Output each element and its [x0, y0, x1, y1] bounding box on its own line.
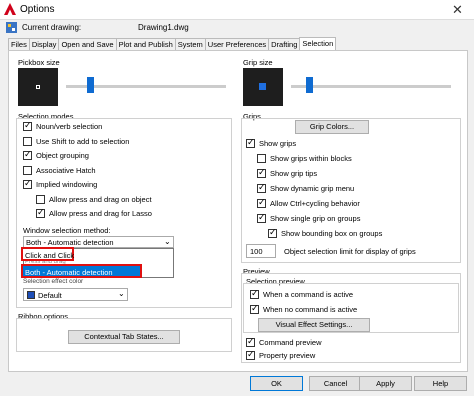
checkbox-label: Allow Ctrl+cycling behavior	[270, 199, 360, 208]
select-value: Both - Automatic detection	[26, 238, 114, 247]
checkbox-box	[246, 349, 255, 360]
checkbox-label: Show single grip on groups	[270, 214, 361, 223]
checkbox-box	[23, 178, 32, 189]
tab-files[interactable]: Files	[8, 38, 30, 50]
apply-button[interactable]: Apply	[359, 376, 412, 391]
checkbox-box	[23, 120, 32, 131]
contextual-tab-states-button[interactable]: Contextual Tab States...	[68, 330, 180, 344]
current-drawing-row: Current drawing: Drawing1.dwg	[0, 20, 474, 38]
chevron-down-icon: ⌄	[118, 289, 125, 298]
checkbox-box	[246, 336, 255, 347]
color-swatch	[27, 291, 35, 299]
cancel-button[interactable]: Cancel	[309, 376, 362, 391]
option-label: Click and Click	[25, 251, 75, 260]
checkbox-label: Noun/verb selection	[36, 122, 103, 131]
tab-display[interactable]: Display	[28, 38, 60, 50]
checkbox-box	[23, 137, 32, 146]
grip-colors-button[interactable]: Grip Colors...	[295, 120, 369, 134]
checkbox-label: Allow press and drag for Lasso	[49, 209, 152, 218]
checkbox-label: Show grip tips	[270, 169, 318, 178]
checkbox-label: Show dynamic grip menu	[270, 184, 355, 193]
ok-button[interactable]: OK	[250, 376, 303, 391]
checkbox-label: Property preview	[259, 351, 316, 360]
checkbox-label: Command preview	[259, 338, 322, 347]
checkbox-box	[36, 195, 45, 204]
checkbox-label: When no command is active	[263, 305, 358, 314]
checkbox-box	[36, 207, 45, 218]
drawing-icon	[6, 22, 17, 33]
checkbox-label: Show grips within blocks	[270, 154, 352, 163]
checkbox-box	[257, 212, 266, 223]
tab-drafting[interactable]: Drafting	[268, 38, 301, 50]
checkbox-box	[250, 288, 259, 299]
grip-preview	[243, 68, 283, 106]
checkbox-label: Allow press and drag on object	[49, 195, 152, 204]
grip-limit-label: Object selection limit for display of gr…	[284, 247, 416, 256]
current-drawing-name: Drawing1.dwg	[138, 23, 189, 32]
pickbox-size-label: Pickbox size	[18, 58, 60, 67]
checkbox-label: Use Shift to add to selection	[36, 137, 130, 146]
pickbox-slider-thumb[interactable]	[87, 77, 94, 93]
tab-system[interactable]: System	[174, 38, 206, 50]
chevron-down-icon: ⌄	[164, 237, 171, 246]
pickbox-preview	[18, 68, 58, 106]
selection-effect-color-select[interactable]: Default ⌄	[23, 288, 128, 301]
window-title: Options	[20, 4, 55, 15]
checkbox-box	[268, 227, 277, 238]
close-icon[interactable]: ✕	[452, 2, 463, 18]
tab-selection[interactable]: Selection	[299, 37, 337, 50]
checkbox-label: Object grouping	[36, 151, 89, 160]
window-selection-method-label: Window selection method:	[23, 226, 111, 235]
select-value: Default	[38, 291, 62, 300]
option-click-and-click[interactable]: Click and Click	[21, 247, 74, 261]
checkbox-label: Show bounding box on groups	[281, 229, 383, 238]
checkbox-box	[257, 167, 266, 178]
tab-user-preferences[interactable]: User Preferences	[204, 38, 270, 50]
checkbox-label: Associative Hatch	[36, 166, 96, 175]
checkbox-box	[257, 154, 266, 163]
tab-plot-and-publish[interactable]: Plot and Publish	[115, 38, 176, 50]
checkbox-box	[246, 137, 255, 148]
option-both-automatic[interactable]: Both - Automatic detection	[21, 264, 142, 278]
grip-slider-track[interactable]	[291, 85, 451, 88]
checkbox-box	[250, 303, 259, 314]
option-label: Both - Automatic detection	[25, 268, 113, 277]
grip-slider-thumb[interactable]	[306, 77, 313, 93]
checkbox-box	[257, 182, 266, 193]
tab-bar: Files Display Open and Save Plot and Pub…	[8, 37, 337, 50]
checkbox-box	[23, 166, 32, 175]
tab-open-and-save[interactable]: Open and Save	[58, 38, 117, 50]
autocad-logo-icon	[4, 3, 16, 15]
selection-effect-color-label: Selection effect color	[23, 278, 84, 285]
current-drawing-label: Current drawing:	[22, 23, 82, 32]
checkbox-box	[23, 149, 32, 160]
checkbox-label: Show grips	[259, 139, 297, 148]
grip-size-label: Grip size	[243, 58, 273, 67]
title-bar: Options ✕	[0, 0, 474, 20]
help-button[interactable]: Help	[414, 376, 467, 391]
grip-limit-input[interactable]: 100	[246, 244, 276, 258]
checkbox-label: Implied windowing	[36, 180, 98, 189]
checkbox-label: When a command is active	[263, 290, 354, 299]
visual-effect-settings-button[interactable]: Visual Effect Settings...	[258, 318, 370, 332]
checkbox-box	[257, 197, 266, 208]
